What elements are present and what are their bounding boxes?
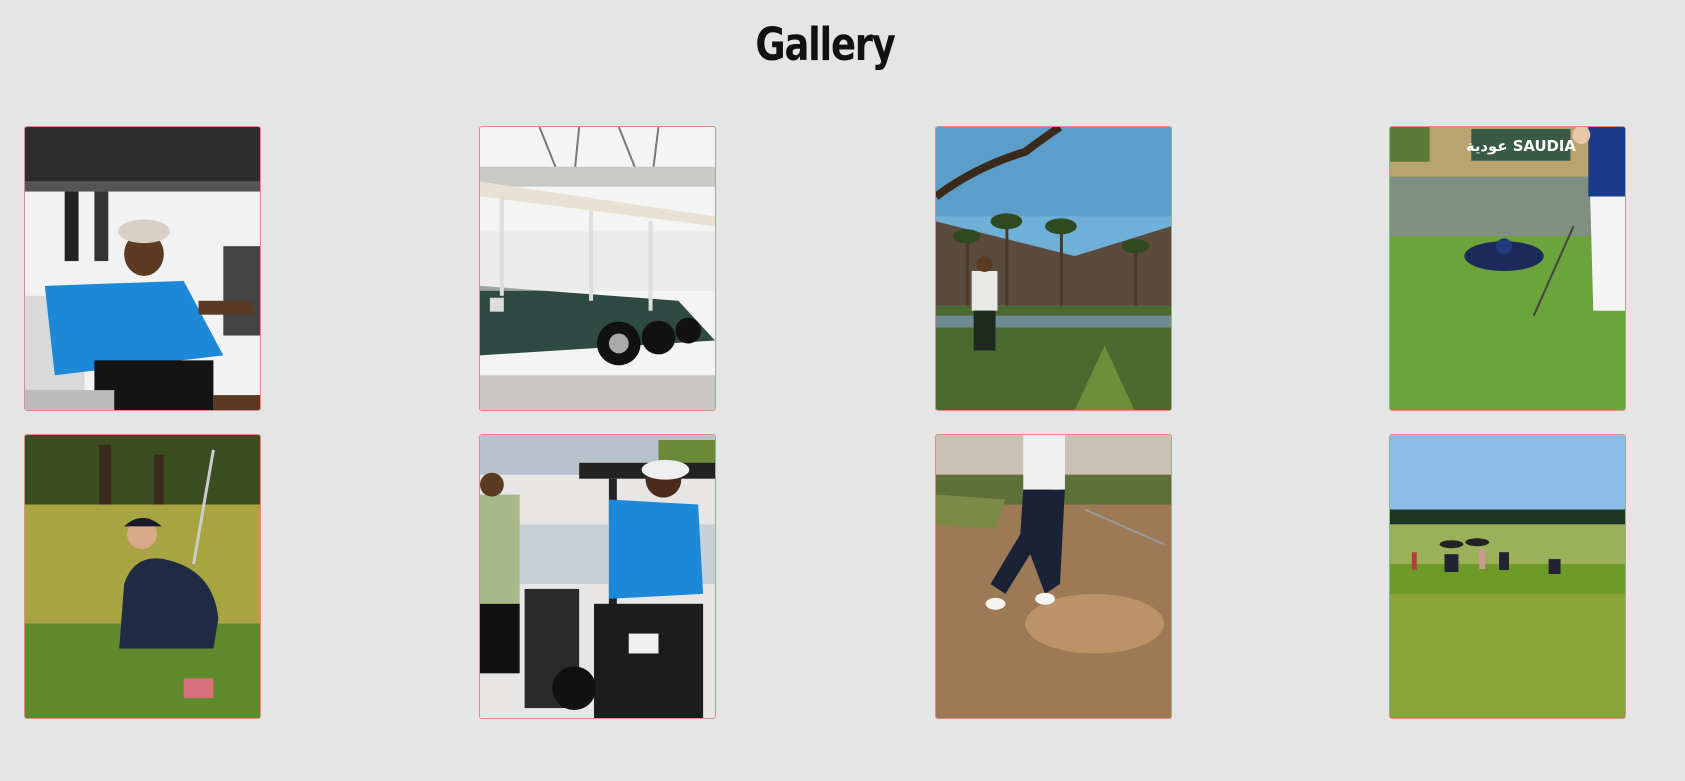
golfer-in-cart-photo <box>25 127 260 410</box>
gallery-image-sand-swing[interactable] <box>935 434 1172 719</box>
gallery-image-links-course[interactable] <box>1389 434 1626 719</box>
putting-green-photo: عودية SAUDIA <box>1390 127 1625 410</box>
gallery-grid: عودية SAUDIA <box>0 0 1685 781</box>
golfers-cart-photo <box>480 435 715 718</box>
gallery-image-golfer-in-cart[interactable] <box>24 126 261 411</box>
gallery-image-golf-carts[interactable] <box>479 126 716 411</box>
gallery-image-palm-course[interactable] <box>935 126 1172 411</box>
palm-course-photo <box>936 127 1171 410</box>
gallery-image-golfers-cart[interactable] <box>479 434 716 719</box>
saudia-sign-text: عودية SAUDIA <box>1466 137 1577 155</box>
golfer-rough-photo <box>25 435 260 718</box>
gallery-image-golfer-rough[interactable] <box>24 434 261 719</box>
links-course-photo <box>1390 435 1625 718</box>
sand-swing-photo <box>936 435 1171 718</box>
golf-carts-photo <box>480 127 715 410</box>
gallery-image-putting-green[interactable]: عودية SAUDIA <box>1389 126 1626 411</box>
